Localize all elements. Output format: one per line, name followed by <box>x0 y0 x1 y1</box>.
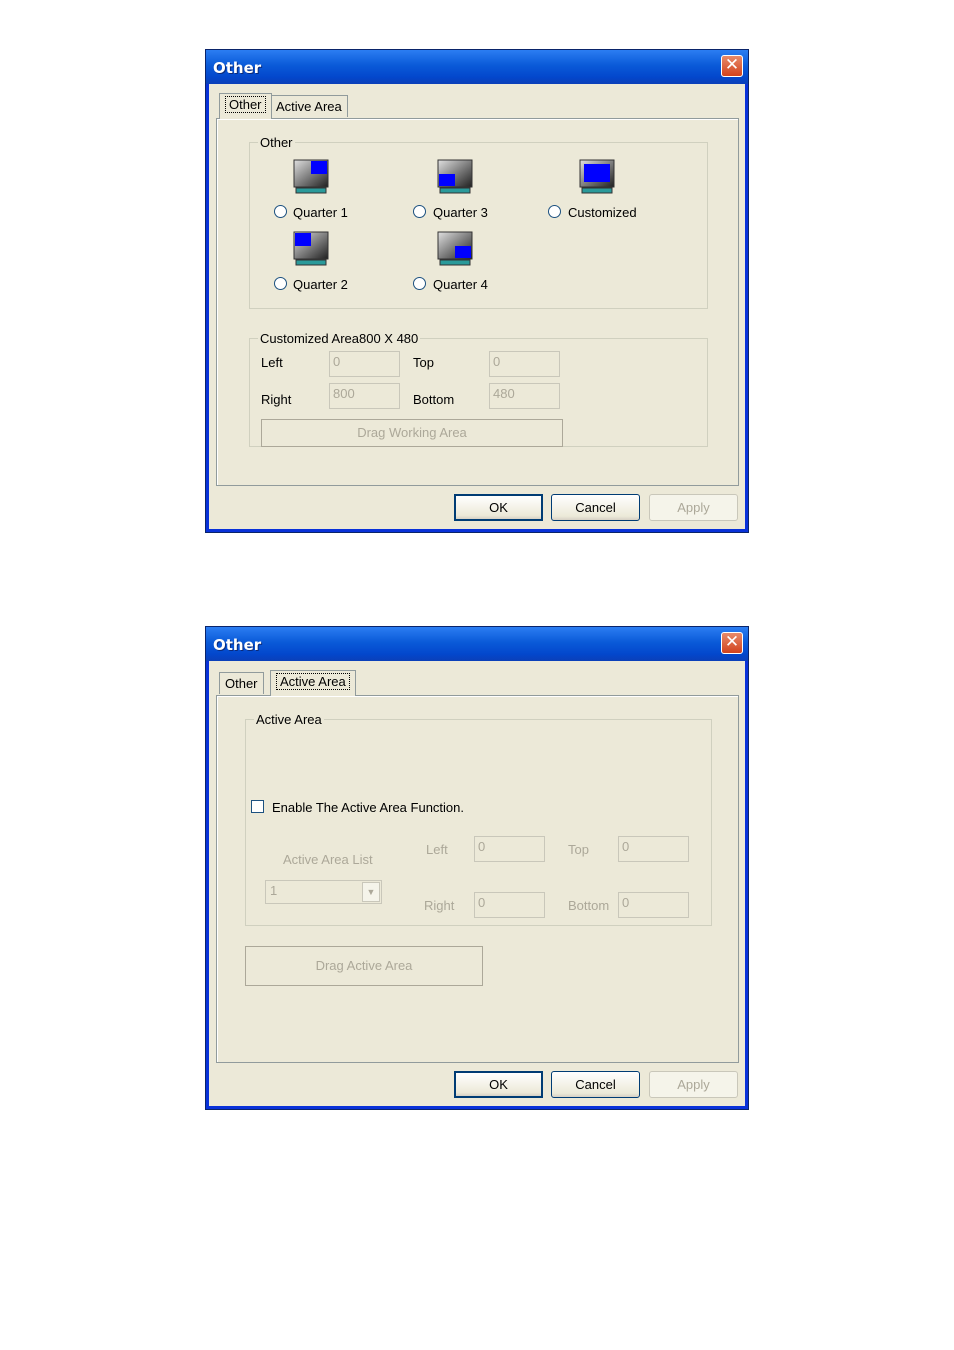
quarter-4-label: Quarter 4 <box>433 277 488 292</box>
right-input[interactable]: 800 <box>329 383 400 409</box>
right-input[interactable]: 0 <box>474 892 545 918</box>
right-label: Right <box>261 392 292 407</box>
bottom-input[interactable]: 0 <box>618 892 689 918</box>
quarter-1-monitor-icon <box>293 159 329 194</box>
quarter-3-monitor-icon <box>437 159 473 194</box>
enable-active-area-label: Enable The Active Area Function. <box>272 800 464 815</box>
quarter-2-monitor-icon <box>293 231 329 266</box>
top-input[interactable]: 0 <box>618 836 689 862</box>
quarter-4-monitor-icon <box>437 231 473 266</box>
left-input[interactable]: 0 <box>474 836 545 862</box>
quarter-2-label: Quarter 2 <box>293 277 348 292</box>
title-bar[interactable]: Other ✕ <box>206 627 748 661</box>
close-icon[interactable]: ✕ <box>721 55 743 77</box>
other-dialog: Other ✕ Other Active Area Other Quarter … <box>205 49 749 533</box>
dialog-client: Other Active Area Active Area Enable The… <box>209 661 745 1106</box>
bottom-label: Bottom <box>568 898 610 913</box>
customized-monitor-icon <box>579 159 615 194</box>
customized-radio[interactable] <box>548 205 561 218</box>
right-label: Right <box>424 898 455 913</box>
customized-label: Customized <box>568 205 637 220</box>
quarter-1-label: Quarter 1 <box>293 205 348 220</box>
title-bar[interactable]: Other ✕ <box>206 50 748 84</box>
left-label: Left <box>426 842 448 857</box>
quarter-1-radio[interactable] <box>274 205 287 218</box>
window-title: Other <box>213 636 262 654</box>
active-area-list-label: Active Area List <box>283 852 373 867</box>
top-input[interactable]: 0 <box>489 351 560 377</box>
tab-active-area[interactable]: Active Area <box>270 95 348 117</box>
tab-other[interactable]: Other <box>219 672 264 694</box>
chevron-down-icon[interactable]: ▼ <box>362 882 380 902</box>
ok-button[interactable]: OK <box>454 494 543 521</box>
top-label: Top <box>413 355 434 370</box>
apply-button[interactable]: Apply <box>649 1071 738 1098</box>
left-label: Left <box>261 355 283 370</box>
other-dialog-active-area: Other ✕ Other Active Area Active Area En… <box>205 626 749 1110</box>
ok-button[interactable]: OK <box>454 1071 543 1098</box>
left-input[interactable]: 0 <box>329 351 400 377</box>
tab-page-active-area: Active Area Enable The Active Area Funct… <box>216 695 739 1063</box>
cancel-button[interactable]: Cancel <box>551 494 640 521</box>
tab-active-area[interactable]: Active Area <box>270 670 356 696</box>
bottom-input[interactable]: 480 <box>489 383 560 409</box>
enable-active-area-checkbox[interactable] <box>251 800 264 813</box>
drag-working-area-button[interactable]: Drag Working Area <box>261 419 563 447</box>
quarter-3-label: Quarter 3 <box>433 205 488 220</box>
close-icon[interactable]: ✕ <box>721 632 743 654</box>
top-label: Top <box>568 842 589 857</box>
tab-page-other: Other Quarter 1 Quarter 3 Customized Qua… <box>216 118 739 486</box>
tab-other[interactable]: Other <box>219 93 272 119</box>
active-area-list-select[interactable]: 1 ▼ <box>265 880 382 904</box>
quarter-4-radio[interactable] <box>413 277 426 290</box>
dialog-client: Other Active Area Other Quarter 1 Quarte… <box>209 84 745 529</box>
cancel-button[interactable]: Cancel <box>551 1071 640 1098</box>
window-title: Other <box>213 59 262 77</box>
apply-button[interactable]: Apply <box>649 494 738 521</box>
bottom-label: Bottom <box>413 392 455 407</box>
quarter-3-radio[interactable] <box>413 205 426 218</box>
drag-active-area-button[interactable]: Drag Active Area <box>245 946 483 986</box>
quarter-2-radio[interactable] <box>274 277 287 290</box>
